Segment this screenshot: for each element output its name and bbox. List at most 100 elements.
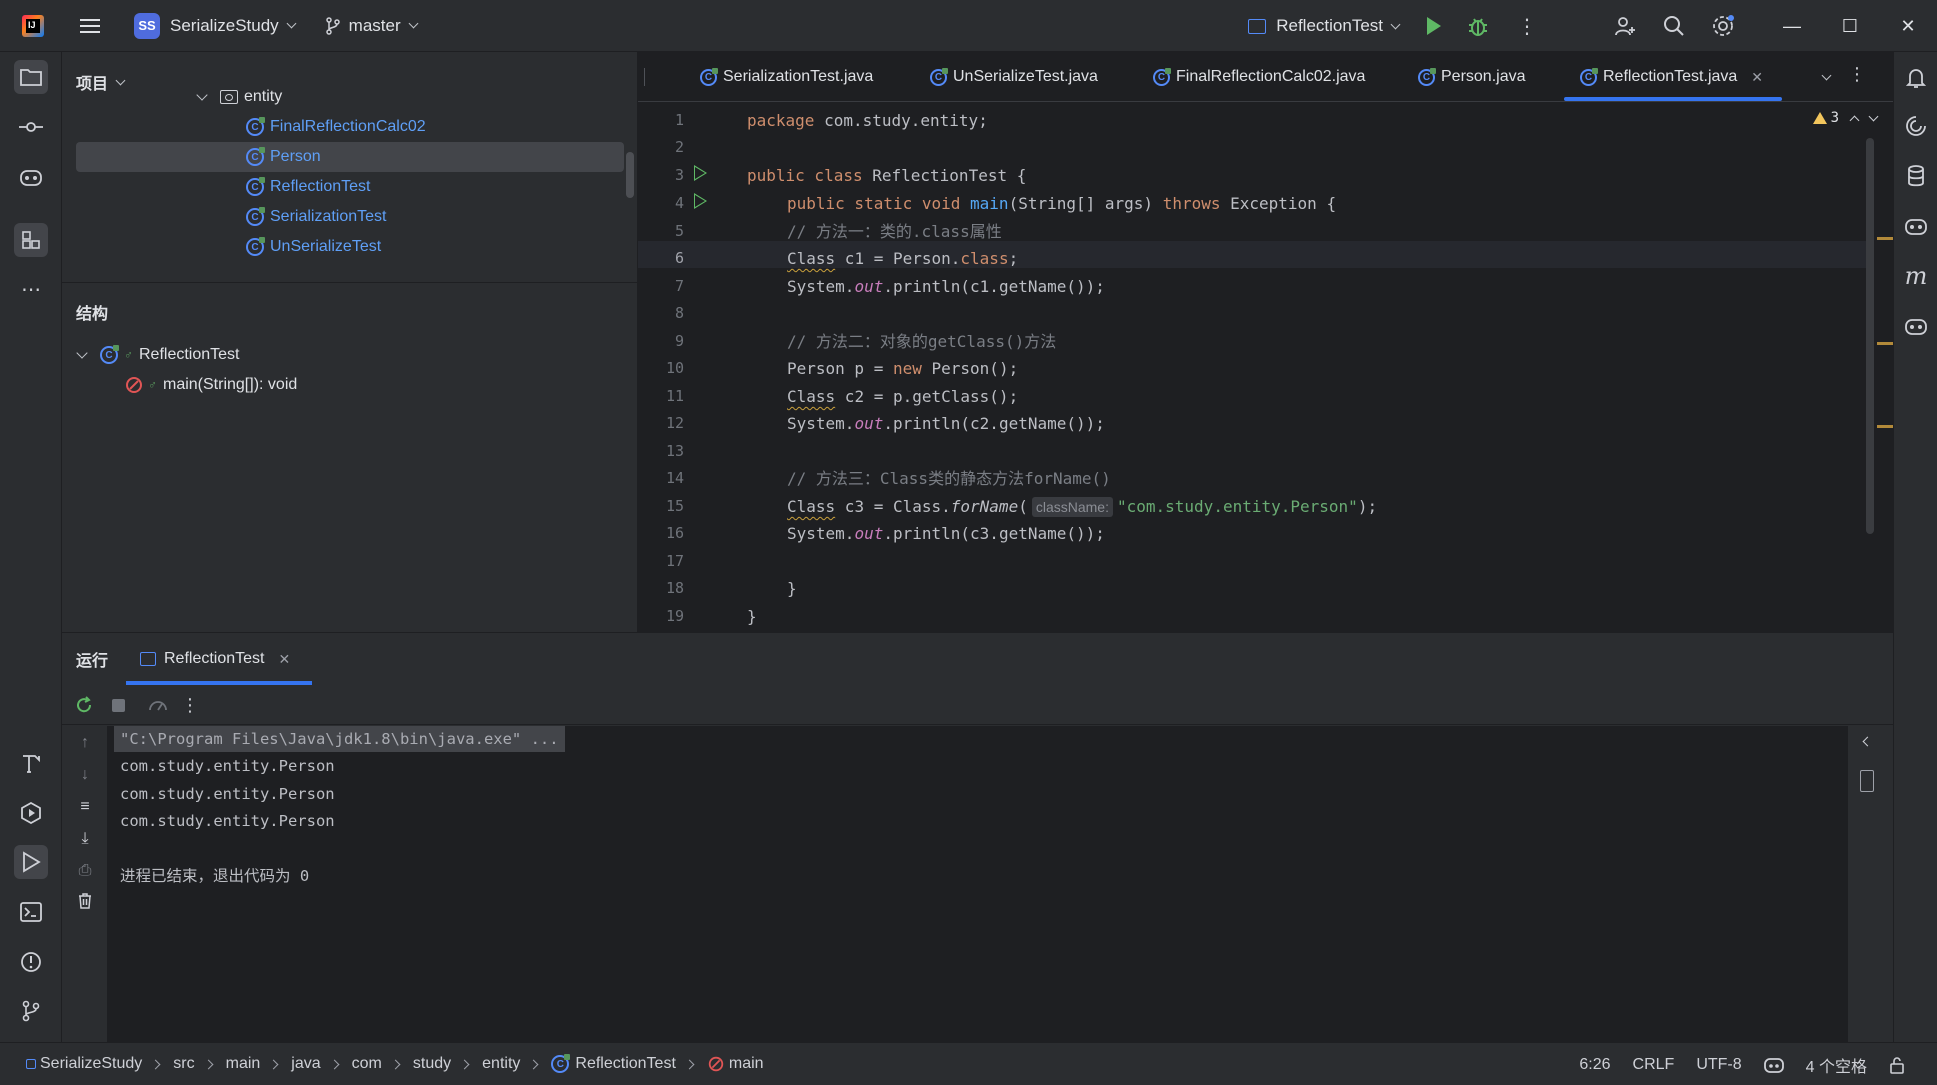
copilot-chat-icon[interactable]: [1900, 310, 1932, 342]
code-editor[interactable]: 1 2 3 4 5 6 7 8 9 10 11 12 13 14 15 16 17 18 19 package co…: [638, 102, 1893, 632]
line-separator[interactable]: CRLF: [1633, 1056, 1675, 1074]
git-tool-button[interactable]: [14, 994, 48, 1028]
minimize-button[interactable]: —: [1763, 0, 1821, 52]
chevron-left-icon[interactable]: [1862, 736, 1873, 747]
project-selector[interactable]: SerializeStudy: [170, 16, 297, 36]
close-window-button[interactable]: ✕: [1879, 0, 1937, 52]
breadcrumb-item[interactable]: main: [707, 1055, 764, 1073]
line-number[interactable]: 15: [644, 497, 684, 515]
line-number[interactable]: 5: [644, 222, 684, 240]
tree-item-entity[interactable]: entity: [196, 82, 282, 112]
run-main-gutter-icon[interactable]: [694, 193, 707, 209]
line-number[interactable]: 9: [644, 332, 684, 350]
more-actions-icon[interactable]: ⋮: [1517, 14, 1537, 39]
intellij-logo-icon[interactable]: IJ: [22, 14, 44, 37]
line-number[interactable]: 3: [644, 166, 684, 184]
chevron-down-icon[interactable]: [1868, 111, 1879, 121]
tab-list-chevron[interactable]: [1814, 66, 1832, 84]
close-tab-icon[interactable]: ✕: [1751, 69, 1763, 86]
line-number[interactable]: 14: [644, 469, 684, 487]
print-icon[interactable]: ⎙: [74, 860, 96, 882]
search-icon[interactable]: [1663, 15, 1685, 37]
breadcrumb-item[interactable]: src: [173, 1055, 194, 1073]
more-actions-icon[interactable]: ⋮: [178, 693, 202, 717]
main-menu-icon[interactable]: [80, 18, 100, 33]
stop-button[interactable]: [106, 693, 130, 717]
project-tool-button[interactable]: [14, 60, 48, 94]
close-tab-icon[interactable]: ✕: [279, 651, 291, 668]
problems-tool-button[interactable]: [14, 945, 48, 979]
structure-tool-button[interactable]: [14, 223, 48, 257]
console-output[interactable]: "C:\Program Files\Java\jdk1.8\bin\java.e…: [108, 726, 1848, 1043]
debug-bug-icon[interactable]: [1467, 15, 1489, 37]
services-tool-button[interactable]: [14, 796, 48, 830]
tree-item-finalreflectioncalc02[interactable]: C FinalReflectionCalc02: [246, 112, 426, 142]
notifications-bell-icon[interactable]: [1900, 62, 1932, 94]
branch-selector[interactable]: master: [325, 16, 419, 36]
chevron-down-icon[interactable]: [196, 88, 208, 101]
caret-position[interactable]: 6:26: [1579, 1056, 1610, 1074]
line-number[interactable]: 8: [644, 304, 684, 322]
line-number[interactable]: 4: [644, 194, 684, 212]
tree-item-unserializetest[interactable]: C UnSerializeTest: [246, 232, 381, 262]
tab-person[interactable]: C Person.java: [1418, 52, 1526, 102]
chevron-up-icon[interactable]: [1849, 115, 1860, 125]
tree-item-person[interactable]: C Person: [76, 142, 624, 172]
breadcrumb-item[interactable]: entity: [482, 1055, 520, 1073]
lock-icon[interactable]: [1889, 1056, 1905, 1074]
line-number[interactable]: 18: [644, 579, 684, 597]
line-number[interactable]: 1: [644, 111, 684, 129]
database-icon[interactable]: [1900, 160, 1932, 192]
line-number[interactable]: 10: [644, 359, 684, 377]
project-badge[interactable]: SS: [134, 12, 160, 39]
ai-chat-icon[interactable]: [1900, 110, 1932, 142]
warning-marker[interactable]: [1877, 237, 1893, 240]
inspection-widget[interactable]: 3: [1812, 110, 1879, 126]
breadcrumb-item[interactable]: study: [413, 1055, 451, 1073]
warning-marker[interactable]: [1877, 425, 1893, 428]
copilot-icon[interactable]: [1900, 210, 1932, 242]
reader-mode-icon[interactable]: [1860, 770, 1874, 792]
build-tool-button[interactable]: [14, 746, 48, 780]
run-tool-button[interactable]: [14, 845, 48, 879]
structure-item-class[interactable]: C ♂ ReflectionTest: [76, 340, 240, 370]
warning-marker[interactable]: [1877, 342, 1893, 345]
settings-gear-icon[interactable]: [1711, 14, 1735, 38]
terminal-tool-button[interactable]: [14, 895, 48, 929]
maximize-button[interactable]: ☐: [1821, 0, 1879, 52]
rerun-button[interactable]: [72, 693, 96, 717]
line-number[interactable]: 7: [644, 277, 684, 295]
line-number[interactable]: 13: [644, 442, 684, 460]
tab-more-icon[interactable]: ⋮: [1848, 64, 1866, 85]
tab-reflectiontest[interactable]: C ReflectionTest.java ✕: [1580, 52, 1763, 102]
line-number[interactable]: 12: [644, 414, 684, 432]
tree-item-reflectiontest[interactable]: C ReflectionTest: [246, 172, 371, 202]
arrow-down-icon[interactable]: ↓: [74, 764, 96, 786]
arrow-up-icon[interactable]: ↑: [74, 732, 96, 754]
breadcrumb-item[interactable]: java: [291, 1055, 320, 1073]
file-encoding[interactable]: UTF-8: [1696, 1056, 1741, 1074]
project-panel-header[interactable]: 项目: [76, 70, 126, 94]
console-command-line[interactable]: "C:\Program Files\Java\jdk1.8\bin\java.e…: [114, 726, 565, 752]
add-user-icon[interactable]: [1613, 14, 1637, 38]
tab-finalreflectioncalc02[interactable]: C FinalReflectionCalc02.java: [1153, 52, 1365, 102]
editor-scrollbar[interactable]: [1866, 138, 1874, 534]
run-button[interactable]: [1427, 17, 1441, 35]
maven-icon[interactable]: m: [1900, 260, 1932, 292]
run-tab-reflectiontest[interactable]: ReflectionTest ✕: [126, 633, 312, 685]
project-scrollbar[interactable]: [626, 152, 634, 198]
breadcrumb-item[interactable]: SerializeStudy: [26, 1055, 142, 1073]
breadcrumb-item[interactable]: C ReflectionTest: [551, 1054, 676, 1073]
more-tools-icon[interactable]: ⋯: [14, 272, 48, 306]
copilot-status-icon[interactable]: [1763, 1056, 1784, 1074]
line-number[interactable]: 19: [644, 607, 684, 625]
ai-assistant-tool-button[interactable]: [14, 160, 48, 194]
warning-counter[interactable]: 3: [1812, 110, 1839, 126]
tab-serializationtest[interactable]: C SerializationTest.java: [700, 52, 873, 102]
commit-tool-button[interactable]: [14, 110, 48, 144]
line-number[interactable]: 16: [644, 524, 684, 542]
breadcrumb-item[interactable]: com: [352, 1055, 382, 1073]
clear-console-trash-icon[interactable]: [74, 890, 96, 912]
run-configuration-selector[interactable]: ReflectionTest: [1248, 16, 1401, 36]
breadcrumb-item[interactable]: main: [226, 1055, 261, 1073]
